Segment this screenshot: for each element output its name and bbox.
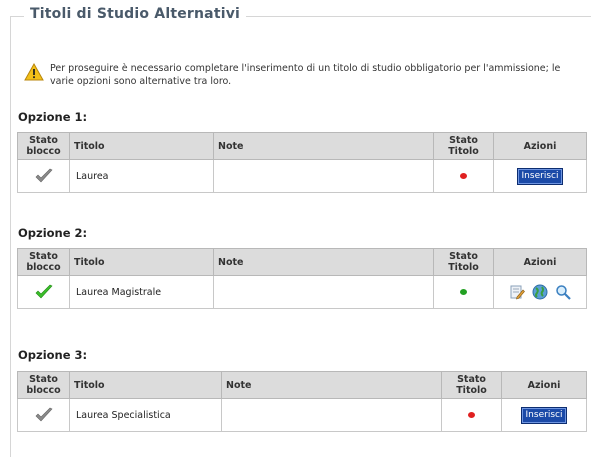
stato-blocco-cell <box>17 398 70 432</box>
column-header-note: Note <box>213 132 434 160</box>
warning-message: Per proseguire è necessario completare l… <box>24 62 584 88</box>
edit-icon[interactable] <box>509 284 525 300</box>
stato-blocco-cell <box>17 159 70 193</box>
table-header-row: Stato blocco Titolo Note Stato Titolo Az… <box>17 248 587 276</box>
stato-blocco-cell <box>17 275 70 309</box>
column-header-stato-titolo: Stato Titolo <box>441 371 502 399</box>
stato-titolo-cell <box>433 159 494 193</box>
note-cell <box>213 159 434 193</box>
warning-text: Per proseguire è necessario completare l… <box>50 63 561 87</box>
table-header-row: Stato blocco Titolo Note Stato Titolo Az… <box>17 371 587 399</box>
option-3-title: Opzione 3: <box>18 348 88 362</box>
inserisci-button[interactable]: Inserisci <box>516 167 564 185</box>
table-row: Laurea Inserisci <box>17 159 587 193</box>
column-header-titolo: Titolo <box>69 248 214 276</box>
check-green-icon <box>35 284 52 299</box>
check-gray-icon <box>35 407 52 422</box>
azioni-cell: Inserisci <box>493 159 587 193</box>
warning-icon <box>24 63 44 81</box>
check-gray-icon <box>35 168 52 183</box>
status-red-dot <box>468 412 475 418</box>
column-header-stato-blocco: Stato blocco <box>17 248 70 276</box>
note-cell <box>213 275 434 309</box>
option-2-title: Opzione 2: <box>18 226 88 240</box>
option-3-table: Stato blocco Titolo Note Stato Titolo Az… <box>17 371 587 432</box>
column-header-azioni: Azioni <box>501 371 587 399</box>
azioni-cell <box>493 275 587 309</box>
titolo-cell: Laurea Specialistica <box>69 398 222 432</box>
note-cell <box>221 398 442 432</box>
stato-titolo-cell <box>441 398 502 432</box>
column-header-stato-titolo: Stato Titolo <box>433 132 494 160</box>
azioni-cell: Inserisci <box>501 398 587 432</box>
stato-titolo-cell <box>433 275 494 309</box>
status-green-dot <box>460 289 467 295</box>
column-header-stato-blocco: Stato blocco <box>17 132 70 160</box>
fieldset-legend: Titoli di Studio Alternativi <box>24 6 247 22</box>
column-header-note: Note <box>213 248 434 276</box>
table-row: Laurea Magistrale <box>17 275 587 309</box>
titolo-cell: Laurea Magistrale <box>69 275 214 309</box>
option-1-title: Opzione 1: <box>18 110 88 124</box>
column-header-stato-blocco: Stato blocco <box>17 371 70 399</box>
globe-icon[interactable] <box>531 284 549 300</box>
column-header-note: Note <box>221 371 442 399</box>
column-header-titolo: Titolo <box>69 132 214 160</box>
table-header-row: Stato blocco Titolo Note Stato Titolo Az… <box>17 132 587 160</box>
column-header-azioni: Azioni <box>493 248 587 276</box>
table-row: Laurea Specialistica Inserisci <box>17 398 587 432</box>
status-red-dot <box>460 173 467 179</box>
option-2-table: Stato blocco Titolo Note Stato Titolo Az… <box>17 248 587 309</box>
column-header-titolo: Titolo <box>69 371 222 399</box>
column-header-azioni: Azioni <box>493 132 587 160</box>
inserisci-button[interactable]: Inserisci <box>520 406 568 424</box>
column-header-stato-titolo: Stato Titolo <box>433 248 494 276</box>
magnifier-icon[interactable] <box>555 284 571 300</box>
option-1-table: Stato blocco Titolo Note Stato Titolo Az… <box>17 132 587 193</box>
titolo-cell: Laurea <box>69 159 214 193</box>
